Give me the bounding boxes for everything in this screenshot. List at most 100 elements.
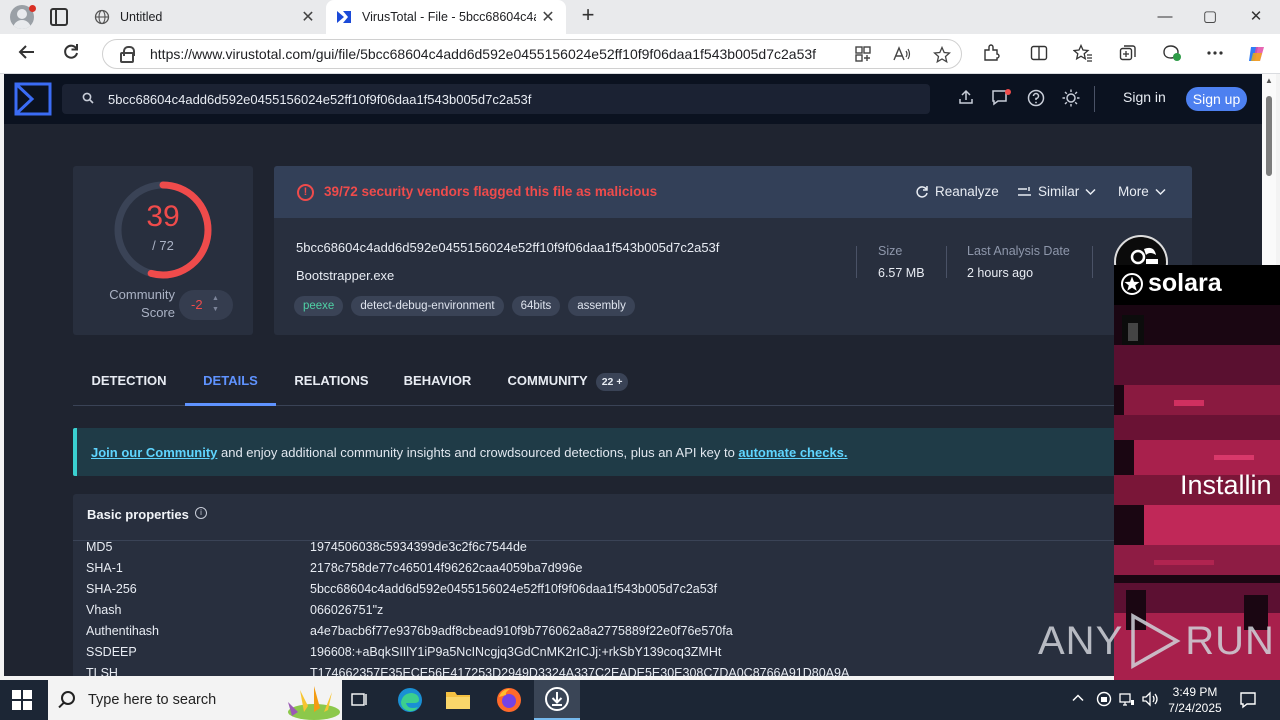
size-label: Size [878,244,903,258]
back-arrow-icon[interactable] [15,42,39,66]
tab-close-icon[interactable]: ✕ [296,7,320,27]
vote-up-icon[interactable]: ▲ [212,295,219,302]
property-row: SHA-1 2178c758de77c465014f96262caa4059ba7… [86,561,583,575]
windows-start-icon[interactable] [12,690,32,710]
property-value[interactable]: 1974506038c5934399de3c2f6c7544de [310,540,527,554]
sign-in-link[interactable]: Sign in [1123,89,1166,105]
info-icon[interactable]: i [195,507,207,519]
property-value[interactable]: 196608:+aBqkSIIlY1iP9a5NcINcgjq3GdCnMK2r… [310,645,721,659]
file-hash[interactable]: 5bcc68604c4add6d592e0455156024e52ff10f9f… [296,240,719,255]
property-row: SSDEEP 196608:+aBqkSIIlY1iP9a5NcINcgjq3Gd… [86,645,721,659]
collections-icon[interactable] [1118,44,1138,64]
address-bar[interactable]: https://www.virustotal.com/gui/file/5bcc… [102,39,962,69]
tag-64bits[interactable]: 64bits [511,296,561,316]
split-screen-icon[interactable] [1029,44,1049,64]
solara-title-text: solara [1148,269,1222,297]
tray-chevron-up-icon[interactable] [1071,691,1085,708]
more-menu-icon[interactable] [1205,44,1225,64]
virustotal-favicon-icon [336,9,352,25]
tag-assembly[interactable]: assembly [568,296,635,316]
notifications-icon[interactable] [991,89,1011,109]
property-value[interactable]: 2178c758de77c465014f96262caa4059ba7d996e [310,561,583,575]
property-row: SHA-256 5bcc68604c4add6d592e0455156024e52… [86,582,717,596]
taskbar-clock[interactable]: 3:49 PM 7/24/2025 [1163,684,1227,716]
minimize-button[interactable]: — [1154,6,1176,28]
tab-actions-icon[interactable] [50,8,68,26]
firefox-icon[interactable] [486,680,532,720]
copilot-icon[interactable] [1247,44,1267,64]
extensions-icon[interactable] [981,44,1001,64]
alert-circle-icon: ! [297,184,314,201]
reanalyze-button[interactable]: Reanalyze [915,184,999,199]
upload-icon[interactable] [956,89,976,109]
installer-app-icon[interactable] [534,680,580,720]
meta-divider [1092,246,1093,278]
community-score-widget[interactable]: -2 ▲ ▼ [179,290,233,320]
tab-community[interactable]: COMMUNITY 22 + [488,354,648,406]
property-row: Vhash 066026751"z [86,603,383,617]
tab-virustotal[interactable]: VirusTotal - File - 5bcc68604c4add6d592e… [326,0,566,34]
scroll-up-icon[interactable]: ▲ [1265,76,1273,85]
property-key: SHA-256 [86,582,137,596]
tab-detection[interactable]: DETECTION [73,354,185,406]
read-aloud-icon[interactable] [893,46,911,68]
vote-down-icon[interactable]: ▼ [212,306,219,313]
property-value[interactable]: a4e7bacb6f77e9376b9adf8cbead910f9b776062… [310,624,733,638]
app-available-icon[interactable] [855,46,871,68]
virustotal-logo-icon[interactable] [14,82,52,116]
detection-alert-text: 39/72 security vendors flagged this file… [324,184,658,199]
lock-icon[interactable] [120,45,135,63]
property-key: MD5 [86,540,113,554]
tab-untitled[interactable]: Untitled ✕ [84,0,326,34]
theme-toggle-icon[interactable] [1061,89,1081,109]
tab-behavior[interactable]: BEHAVIOR [387,354,488,406]
edge-browser-icon[interactable] [387,680,433,720]
network-icon[interactable] [1119,691,1135,710]
community-count-badge: 22 + [595,373,629,391]
property-value[interactable]: T174662357E35ECE56E417253D2949D3324A337C… [310,666,849,676]
browser-essentials-icon[interactable] [1162,44,1182,64]
sign-up-button[interactable]: Sign up [1186,87,1247,111]
tag-peexe[interactable]: peexe [294,296,344,316]
join-community-link[interactable]: Join our Community [91,445,217,460]
file-info-card: ! 39/72 security vendors flagged this fi… [274,166,1192,335]
task-view-icon[interactable] [337,680,383,720]
browser-tab-strip: Untitled ✕ VirusTotal - File - 5bcc68604… [0,0,1280,34]
more-button[interactable]: More [1118,184,1166,199]
tab-relations[interactable]: RELATIONS [276,354,387,406]
help-icon[interactable] [1026,89,1046,109]
file-explorer-icon[interactable] [435,680,481,720]
solara-install-status: Installin [1180,470,1272,500]
tag-detect-debug-environment[interactable]: detect-debug-environment [351,296,504,316]
file-tags: peexe detect-debug-environment 64bits as… [294,296,635,316]
notification-center-icon[interactable] [1239,691,1257,712]
vt-search-bar[interactable]: 5bcc68604c4add6d592e0455156024e52ff10f9f… [62,84,930,114]
property-value[interactable]: 5bcc68604c4add6d592e0455156024e52ff10f9f… [310,582,717,596]
vt-header: 5bcc68604c4add6d592e0455156024e52ff10f9f… [4,74,1262,124]
refresh-icon[interactable] [59,42,83,66]
vt-search-value[interactable]: 5bcc68604c4add6d592e0455156024e52ff10f9f… [108,92,531,107]
tab-details[interactable]: DETAILS [185,354,276,406]
search-icon [82,92,94,107]
reanalyze-label: Reanalyze [935,184,999,199]
tray-app-icon[interactable] [1096,691,1112,710]
automate-checks-link[interactable]: automate checks. [738,445,847,460]
scrollbar-thumb[interactable] [1266,96,1272,176]
taskbar-search-placeholder: Type here to search [88,692,217,708]
taskbar-search-box[interactable]: Type here to search [48,680,342,720]
header-divider [1094,86,1095,112]
anyrun-watermark: ANY RUN [1038,612,1275,670]
maximize-button[interactable]: ▢ [1199,6,1221,28]
solara-star-icon [1121,272,1143,295]
new-tab-button[interactable]: + [576,4,600,28]
chevron-down-icon [1085,184,1096,199]
favorites-icon[interactable] [1072,43,1093,64]
volume-icon[interactable] [1142,691,1160,710]
tab-close-icon[interactable]: ✕ [536,7,560,27]
favorite-star-icon[interactable] [932,45,952,68]
detection-total: / 72 [152,238,174,253]
close-window-button[interactable]: ✕ [1245,6,1267,28]
similar-button[interactable]: Similar [1017,184,1096,199]
url-text[interactable]: https://www.virustotal.com/gui/file/5bcc… [150,46,830,62]
property-value[interactable]: 066026751"z [310,603,383,617]
